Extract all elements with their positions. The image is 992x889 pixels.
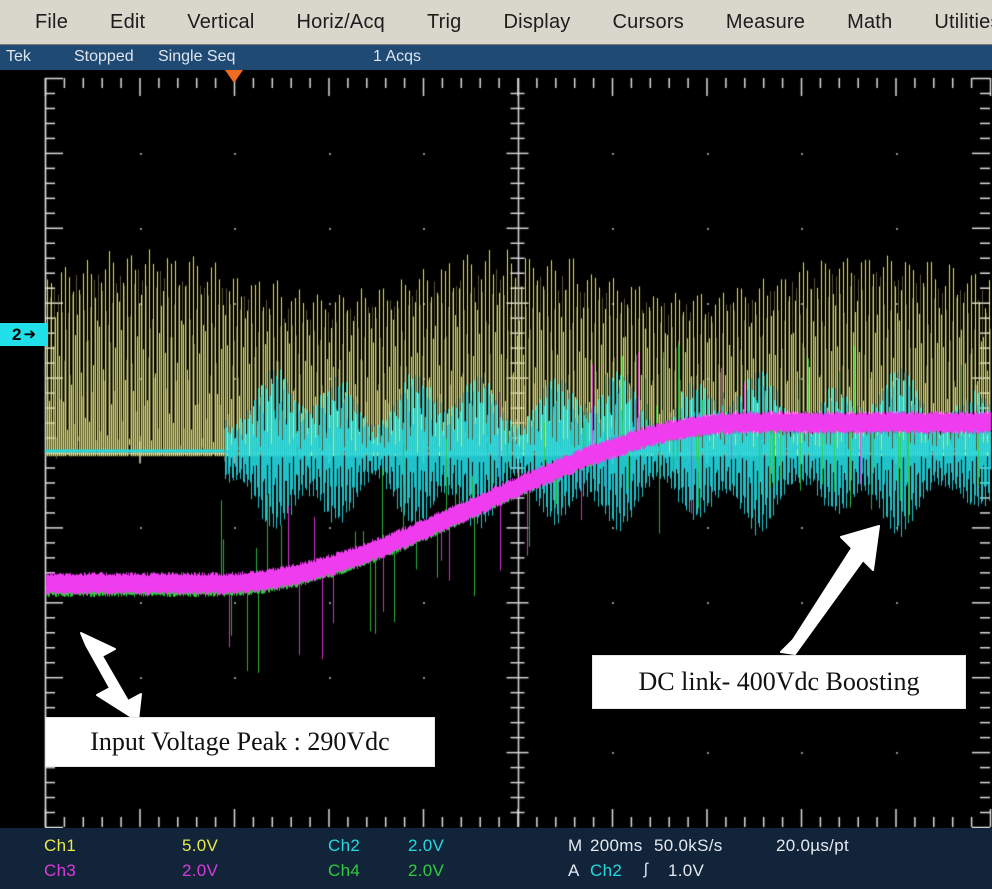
readout-ch3-value[interactable]: 2.0V xyxy=(182,861,218,881)
channel-2-marker-arrow-icon: ➜ xyxy=(23,326,37,343)
menu-math[interactable]: Math xyxy=(826,11,913,34)
callout-input-voltage-text: Input Voltage Peak : 290Vdc xyxy=(90,727,390,756)
menu-bar: File Edit Vertical Horiz/Acq Trig Display Curs… xyxy=(0,0,992,45)
readout-ch3-label[interactable]: Ch3 xyxy=(44,861,76,881)
menu-cursors[interactable]: Cursors xyxy=(591,11,704,34)
readout-ch4-label[interactable]: Ch4 xyxy=(328,861,360,881)
menu-file[interactable]: File xyxy=(14,11,89,34)
menu-trig[interactable]: Trig xyxy=(406,11,483,34)
trigger-slope-rising-icon: ʃ xyxy=(644,861,648,878)
readout-ch1-value[interactable]: 5.0V xyxy=(182,836,218,856)
readout-horiz-timebase[interactable]: 200ms xyxy=(590,836,643,856)
readout-trigger-source[interactable]: Ch2 xyxy=(590,861,622,881)
readout-ch1-label[interactable]: Ch1 xyxy=(44,836,76,856)
readout-ch2-value[interactable]: 2.0V xyxy=(408,836,444,856)
readout-horiz-prefix: M xyxy=(568,836,583,855)
menu-horiz-acq[interactable]: Horiz/Acq xyxy=(275,11,406,34)
callout-input-voltage: Input Voltage Peak : 290Vdc xyxy=(45,717,435,767)
status-acquisition-mode: Single Seq xyxy=(158,48,236,65)
waveform-display[interactable]: 2 ➜ 3 4 ▼ ▼ Input Voltage Peak : 290Vdc … xyxy=(0,70,992,828)
channel-2-marker-label: 2 xyxy=(11,325,22,344)
readout-ch4-value[interactable]: 2.0V xyxy=(408,861,444,881)
menu-vertical[interactable]: Vertical xyxy=(166,11,275,34)
channel-readout-bar: Ch1 5.0V Ch3 2.0V Ch2 2.0V Ch4 2.0V M 20… xyxy=(0,828,992,889)
callout-dc-link-text: DC link- 400Vdc Boosting xyxy=(638,667,920,696)
readout-trigger-prefix: A xyxy=(568,861,580,880)
channel-2-ground-marker[interactable]: 2 ➜ xyxy=(0,323,48,346)
readout-ch2-label[interactable]: Ch2 xyxy=(328,836,360,856)
scope-status-bar: Tek Stopped Single Seq 1 Acqs xyxy=(0,45,992,70)
menu-measure[interactable]: Measure xyxy=(705,11,826,34)
callout-dc-link: DC link- 400Vdc Boosting xyxy=(592,655,966,709)
readout-trigger-level[interactable]: 1.0V xyxy=(668,861,704,881)
trigger-position-marker[interactable] xyxy=(225,70,243,83)
oscilloscope-screen: File Edit Vertical Horiz/Acq Trig Display Curs… xyxy=(0,0,992,889)
readout-horiz-resolution: 20.0µs/pt xyxy=(776,836,849,855)
status-brand: Tek xyxy=(6,48,31,65)
menu-edit[interactable]: Edit xyxy=(89,11,166,34)
status-acquisition-state: Stopped xyxy=(74,48,134,65)
menu-utilities[interactable]: Utilities xyxy=(913,11,992,34)
menu-display[interactable]: Display xyxy=(483,11,592,34)
readout-horiz-samplerate: 50.0kS/s xyxy=(654,836,723,855)
waveform-canvas xyxy=(0,70,992,828)
status-acq-count: 1 Acqs xyxy=(373,48,422,65)
